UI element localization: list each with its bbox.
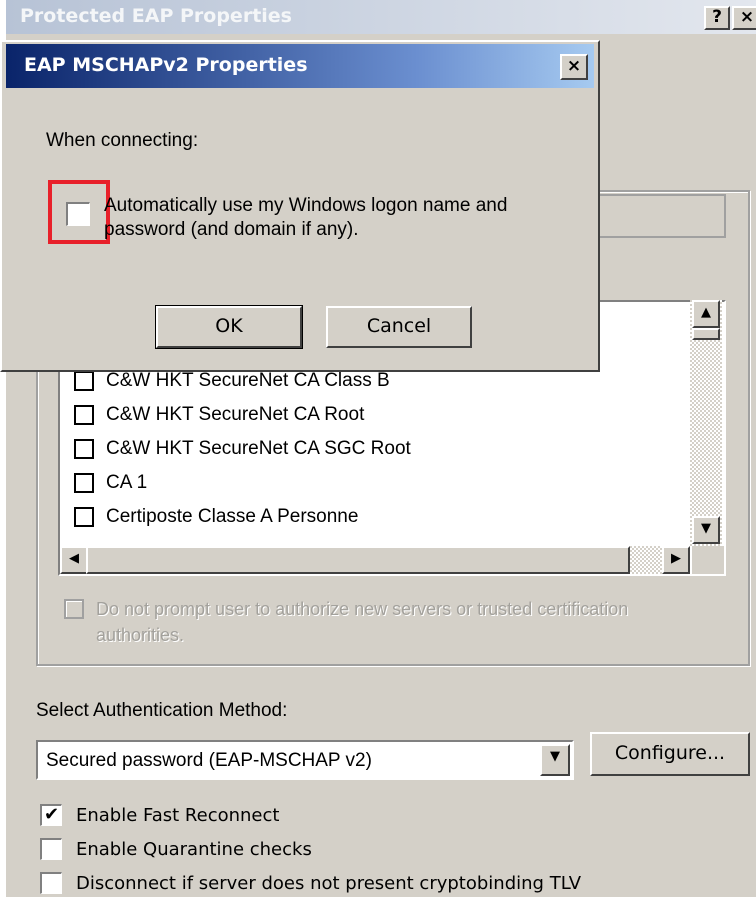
horizontal-scroll-track[interactable] [630, 546, 666, 574]
help-button[interactable]: ? [704, 6, 730, 30]
configure-button[interactable]: Configure... [590, 732, 750, 776]
ca-checkbox[interactable] [74, 371, 94, 391]
chevron-down-icon[interactable]: ▼ [540, 744, 570, 776]
highlight-box [48, 180, 110, 244]
when-connecting-label: When connecting: [46, 130, 199, 151]
auto-logon-label: Automatically use my Windows logon name … [104, 195, 508, 240]
quarantine-checkbox[interactable] [40, 838, 62, 860]
quarantine-option[interactable]: Enable Quarantine checks [40, 838, 312, 860]
no-prompt-checkbox[interactable] [64, 599, 84, 619]
no-prompt-label: Do not prompt user to authorize new serv… [96, 599, 629, 645]
ca-label: C&W HKT SecureNet CA Root [106, 404, 365, 425]
ok-button[interactable]: OK [155, 305, 303, 349]
fast-reconnect-checkbox[interactable]: ✔ [40, 804, 62, 826]
horizontal-scroll-thumb[interactable] [86, 546, 630, 574]
auth-method-label: Select Authentication Method: [36, 700, 288, 721]
cryptobinding-option[interactable]: Disconnect if server does not present cr… [40, 872, 581, 894]
list-item[interactable]: CA 1 [74, 468, 147, 498]
child-close-button[interactable]: × [560, 54, 588, 80]
ca-label: C&W HKT SecureNet CA Class B [106, 370, 390, 391]
list-item[interactable]: C&W HKT SecureNet CA Root [74, 400, 364, 430]
parent-titlebar[interactable]: Protected EAP Properties [6, 0, 756, 34]
scroll-thumb[interactable] [692, 328, 720, 340]
ca-list-vertical-scrollbar[interactable]: ▲ ▼ [690, 300, 722, 546]
auth-method-select[interactable]: Secured password (EAP-MSCHAP v2) ▼ [36, 740, 574, 780]
child-titlebar[interactable]: EAP MSCHAPv2 Properties [6, 44, 594, 88]
fast-reconnect-label: Enable Fast Reconnect [76, 804, 280, 826]
parent-close-button[interactable]: × [732, 6, 756, 30]
cryptobinding-checkbox[interactable] [40, 872, 62, 894]
parent-dialog-title: Protected EAP Properties [20, 5, 292, 27]
scroll-left-button[interactable]: ◀ [60, 546, 88, 574]
ca-checkbox[interactable] [74, 507, 94, 527]
ca-label: CA 1 [106, 472, 148, 493]
ca-label: C&W HKT SecureNet CA SGC Root [106, 438, 411, 459]
scroll-up-button[interactable]: ▲ [692, 300, 720, 328]
fast-reconnect-option[interactable]: ✔ Enable Fast Reconnect [40, 804, 279, 826]
scroll-corner [692, 546, 724, 574]
server-name-field[interactable] [580, 194, 726, 238]
scroll-down-button[interactable]: ▼ [692, 516, 720, 544]
cancel-button[interactable]: Cancel [326, 306, 472, 348]
ca-checkbox[interactable] [74, 439, 94, 459]
cryptobinding-label: Disconnect if server does not present cr… [76, 872, 582, 894]
ca-label: Certiposte Classe A Personne [106, 506, 359, 527]
list-item[interactable]: Certiposte Classe A Personne [74, 502, 358, 532]
child-dialog-title: EAP MSCHAPv2 Properties [24, 54, 308, 76]
list-item[interactable]: C&W HKT SecureNet CA SGC Root [74, 434, 411, 464]
quarantine-label: Enable Quarantine checks [76, 838, 312, 860]
ca-checkbox[interactable] [74, 405, 94, 425]
auth-method-value: Secured password (EAP-MSCHAP v2) [46, 750, 372, 771]
scroll-right-button[interactable]: ▶ [662, 546, 690, 574]
ca-checkbox[interactable] [74, 473, 94, 493]
